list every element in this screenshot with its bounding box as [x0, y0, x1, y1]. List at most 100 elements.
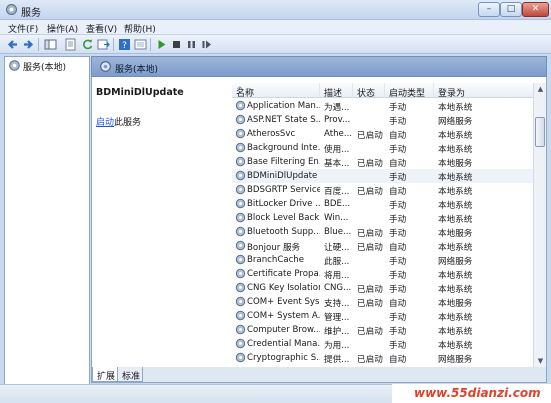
cell-startup-type: 手动 [389, 215, 407, 225]
cell-logon-as: 本地服务 [438, 159, 473, 169]
table-row[interactable]: Credential Mana... 为用... 手动 本地系统 [232, 337, 533, 351]
cell-logon-as: 本地系统 [438, 145, 473, 155]
menu-action[interactable]: 操作(A) [47, 22, 78, 35]
close-button[interactable]: ✕ [522, 2, 549, 17]
cell-logon-as: 本地系统 [438, 187, 473, 197]
tab-standard[interactable]: 标准 [117, 367, 143, 382]
column-header-logon-as[interactable]: 登录为 [434, 83, 533, 99]
pause-service-icon[interactable] [185, 38, 198, 51]
cell-logon-as: 本地系统 [438, 313, 473, 323]
toolbar: ? [0, 35, 551, 54]
service-gear-icon [235, 310, 246, 321]
service-gear-icon [235, 100, 246, 111]
cell-description: BDE... [324, 199, 351, 209]
column-header-startup-type[interactable]: 启动类型 [385, 83, 434, 99]
table-row[interactable]: Bonjour 服务 让硬... 已启动 自动 本地系统 [232, 239, 533, 253]
service-gear-icon [235, 254, 246, 265]
scrollbar-thumb[interactable] [535, 117, 545, 147]
cell-logon-as: 本地服务 [438, 299, 473, 309]
service-gear-icon [235, 268, 246, 279]
table-row[interactable]: BDMiniDlUpdate 手动 本地系统 [232, 169, 533, 183]
services-list: 名称 ^ 描述 状态 启动类型 登录为 Application Man... 为遇… [232, 83, 533, 367]
table-row[interactable]: Certificate Propa... 将用... 手动 本地系统 [232, 267, 533, 281]
svg-text:?: ? [122, 41, 127, 51]
table-row[interactable]: Background Inte... 使用... 手动 本地系统 [232, 141, 533, 155]
cell-startup-type: 手动 [389, 117, 407, 127]
table-row[interactable]: BranchCache 此服... 手动 网络服务 [232, 253, 533, 267]
export-list-icon[interactable] [97, 38, 110, 51]
cell-name: Background Inte... [247, 143, 320, 153]
restart-service-icon[interactable] [200, 38, 213, 51]
cell-logon-as: 本地系统 [438, 173, 473, 183]
cell-description: 基本... [324, 159, 350, 169]
cell-description: 让硬... [324, 243, 350, 253]
console-tree-icon[interactable] [44, 38, 57, 51]
cell-startup-type: 手动 [389, 201, 407, 211]
table-row[interactable]: Cryptographic S... 提供... 已启动 自动 网络服务 [232, 351, 533, 365]
cell-logon-as: 本地服务 [438, 229, 473, 239]
minimize-button[interactable]: – [478, 2, 500, 17]
cell-description: 此服... [324, 257, 350, 267]
table-row[interactable]: COM+ Event Sys... 支持... 已启动 自动 本地服务 [232, 295, 533, 309]
cell-status: 已启动 [357, 327, 383, 337]
cell-description: 使用... [324, 145, 350, 155]
cell-description: CNG... [324, 283, 352, 293]
cell-startup-type: 手动 [389, 327, 407, 337]
properties-icon[interactable] [64, 38, 77, 51]
cell-name: CNG Key Isolation [247, 283, 320, 293]
forward-arrow-icon[interactable] [22, 38, 35, 51]
table-row[interactable]: BitLocker Drive ... BDE... 手动 本地系统 [232, 197, 533, 211]
table-row[interactable]: CNG Key Isolation CNG... 已启动 手动 本地系统 [232, 281, 533, 295]
column-header-name[interactable]: 名称 ^ [232, 83, 320, 99]
cell-startup-type: 手动 [389, 173, 407, 183]
scroll-up-arrow-icon[interactable]: ▲ [534, 83, 547, 95]
refresh-icon[interactable] [81, 38, 94, 51]
view-icon[interactable] [134, 38, 147, 51]
menu-file[interactable]: 文件(F) [8, 22, 38, 35]
view-tabs: 扩展 标准 [91, 367, 547, 383]
cell-name: Application Man... [247, 101, 320, 111]
console-tree-pane: 服务(本地) [4, 56, 90, 398]
cell-logon-as: 本地系统 [438, 285, 473, 295]
service-gear-icon [235, 198, 246, 209]
table-row[interactable]: COM+ System A... 管理... 手动 本地系统 [232, 309, 533, 323]
table-row[interactable]: Application Man... 为遇... 手动 本地系统 [232, 99, 533, 113]
cell-startup-type: 手动 [389, 145, 407, 155]
help-icon[interactable]: ? [118, 38, 131, 51]
column-header-status[interactable]: 状态 [353, 83, 385, 99]
maximize-button[interactable]: □ [500, 2, 522, 17]
cell-startup-type: 手动 [389, 341, 407, 351]
cell-startup-type: 自动 [389, 187, 407, 197]
cell-startup-type: 手动 [389, 229, 407, 239]
table-row[interactable]: BDSGRTP Service 百度... 已启动 自动 本地系统 [232, 183, 533, 197]
menu-help[interactable]: 帮助(H) [124, 22, 156, 35]
services-gear-icon [6, 4, 17, 15]
cell-logon-as: 本地系统 [438, 201, 473, 211]
stop-service-icon[interactable] [170, 38, 183, 51]
scroll-down-arrow-icon[interactable]: ▼ [534, 355, 547, 367]
service-gear-icon [235, 240, 246, 251]
cell-startup-type: 自动 [389, 131, 407, 141]
column-header-description[interactable]: 描述 [320, 83, 353, 99]
service-gear-icon [235, 338, 246, 349]
cell-status: 已启动 [357, 187, 383, 197]
back-arrow-icon[interactable] [6, 38, 19, 51]
menu-view[interactable]: 查看(V) [86, 22, 117, 35]
service-gear-icon [235, 128, 246, 139]
table-row[interactable]: Base Filtering En... 基本... 已启动 自动 本地服务 [232, 155, 533, 169]
vertical-scrollbar[interactable]: ▲ ▼ [533, 83, 546, 367]
cell-name: ASP.NET State S... [247, 115, 320, 125]
tab-extended[interactable]: 扩展 [92, 367, 118, 382]
cell-logon-as: 网络服务 [438, 257, 473, 267]
tree-item-services-local[interactable]: 服务(本地) [8, 59, 86, 73]
table-row[interactable]: Block Level Back... Win... 手动 本地系统 [232, 211, 533, 225]
service-gear-icon [235, 142, 246, 153]
table-row[interactable]: Computer Brow... 维护... 已启动 手动 本地系统 [232, 323, 533, 337]
start-service-link[interactable]: 启动 [96, 118, 114, 128]
toolbar-separator [113, 38, 114, 51]
table-row[interactable]: AtherosSvc Athe... 已启动 自动 本地系统 [232, 127, 533, 141]
tree-item-label: 服务(本地) [23, 63, 67, 73]
table-row[interactable]: ASP.NET State S... Prov... 手动 网络服务 [232, 113, 533, 127]
table-row[interactable]: Bluetooth Supp... Blue... 已启动 手动 本地服务 [232, 225, 533, 239]
start-service-icon[interactable] [155, 38, 168, 51]
